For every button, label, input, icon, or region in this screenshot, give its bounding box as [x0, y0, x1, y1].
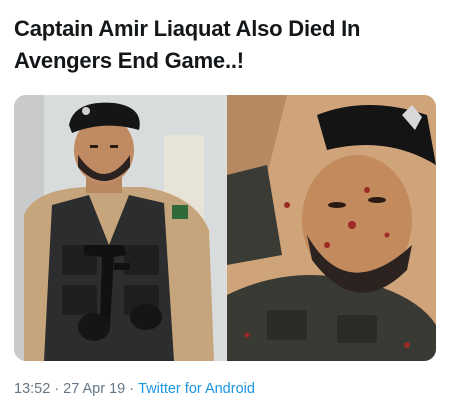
tweet-meta: 13:52 · 27 Apr 19 · Twitter for Android	[14, 381, 255, 401]
tweet-source[interactable]: Twitter for Android	[138, 381, 255, 397]
tweet-time: 13:52	[14, 381, 51, 397]
photo-left[interactable]	[14, 95, 223, 361]
photo-left-image	[14, 95, 223, 361]
tweet-date[interactable]: 27 Apr 19	[63, 381, 125, 397]
photo-right-image	[227, 95, 436, 361]
meta-separator-2: ·	[129, 381, 135, 397]
tweet-text: Captain Amir Liaquat Also Died In Avenge…	[14, 16, 361, 73]
photo-right[interactable]	[227, 95, 436, 361]
meta-separator: ·	[54, 381, 60, 397]
media-grid[interactable]	[14, 95, 436, 361]
